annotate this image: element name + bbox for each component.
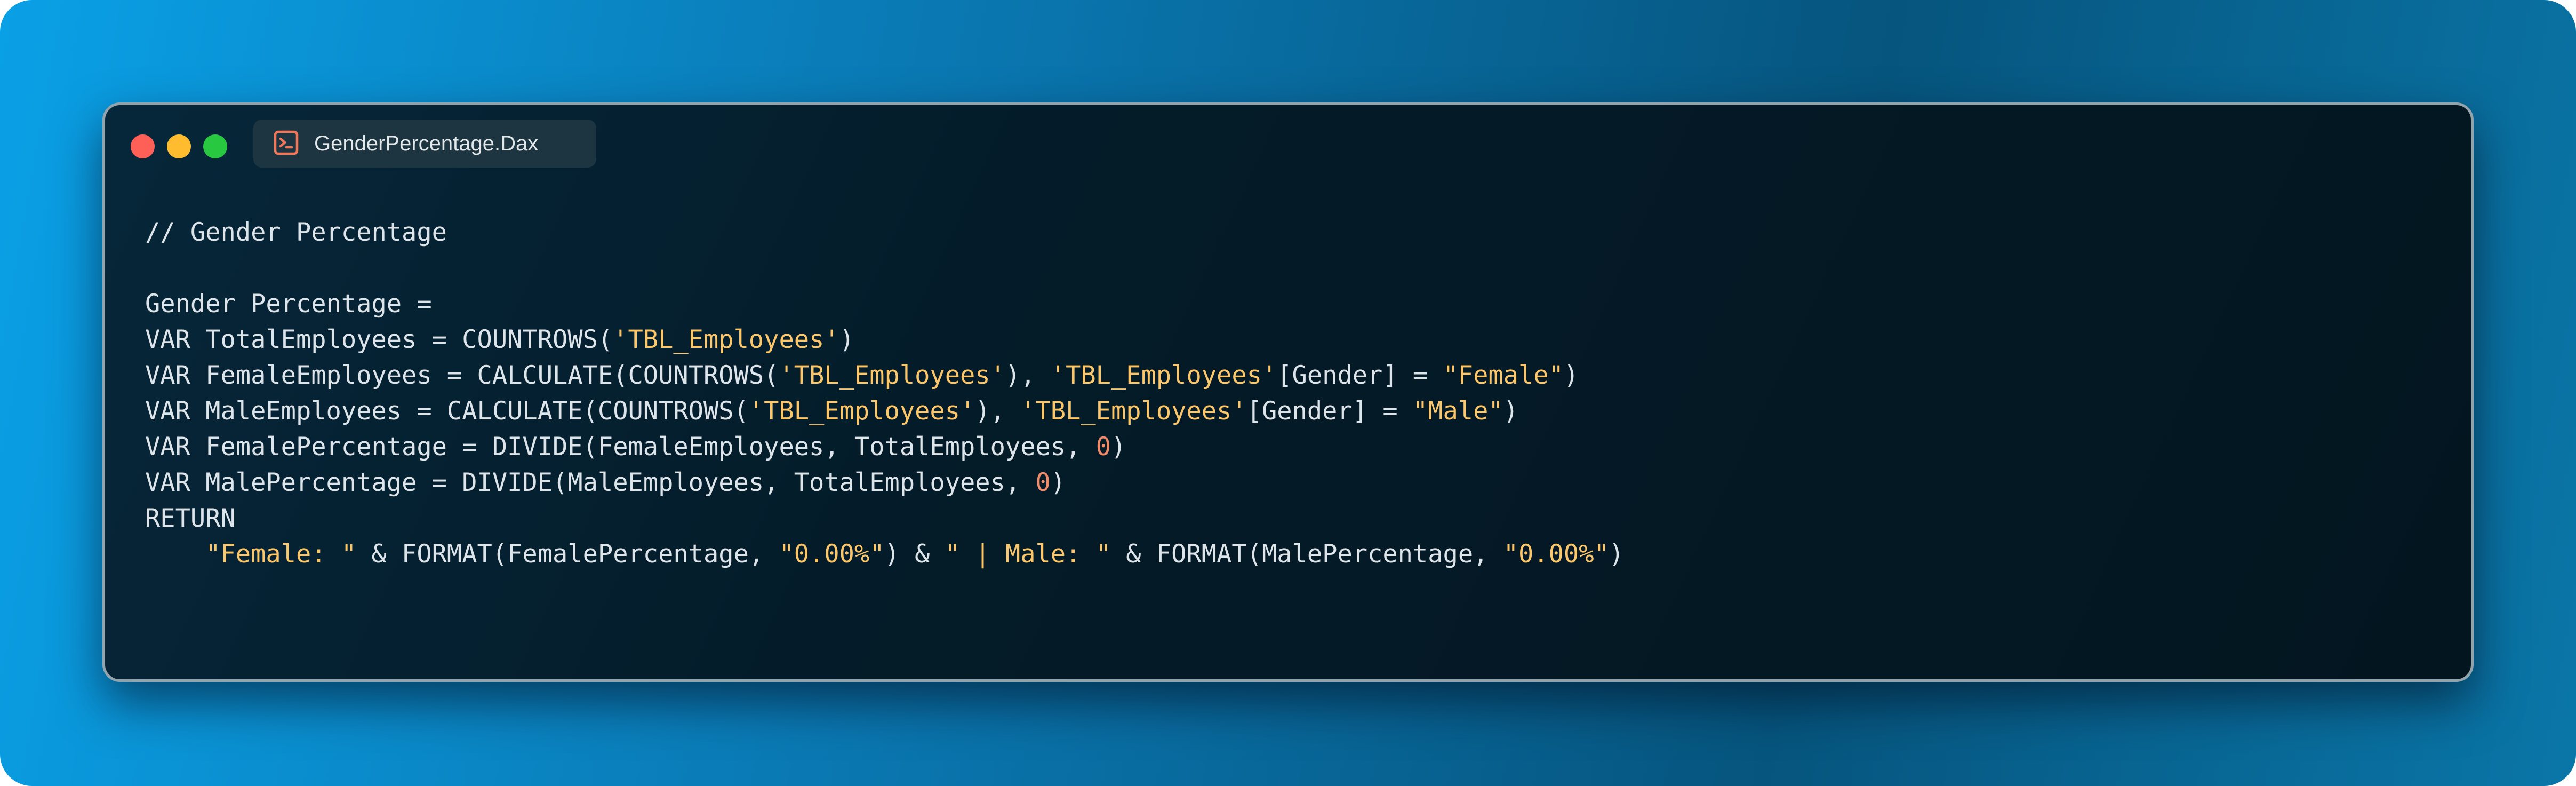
code-token: & FORMAT(MalePercentage, — [1111, 539, 1503, 569]
number-token: 0 — [1035, 468, 1051, 497]
code-window: GenderPercentage.Dax // Gender Percentag… — [102, 102, 2474, 682]
minimize-icon[interactable] — [167, 134, 191, 158]
string-token: 'TBL_Employees' — [1050, 361, 1277, 390]
file-tab[interactable]: GenderPercentage.Dax — [253, 120, 596, 168]
code-token: ) — [1563, 361, 1579, 390]
code-token: VAR TotalEmployees = COUNTROWS( — [145, 325, 613, 354]
code-line: Gender Percentage = — [145, 286, 1624, 322]
code-token: ) — [1609, 539, 1625, 569]
code-line: VAR MaleEmployees = CALCULATE(COUNTROWS(… — [145, 393, 1624, 429]
string-token: "Female" — [1443, 361, 1564, 390]
code-token: ) — [1503, 396, 1518, 426]
string-token: "0.00%" — [1503, 539, 1609, 569]
string-token: 'TBL_Employees' — [748, 396, 975, 426]
code-line: // Gender Percentage — [145, 215, 1624, 250]
string-token: 'TBL_Employees' — [613, 325, 839, 354]
code-line: RETURN — [145, 501, 1624, 536]
close-icon[interactable] — [131, 134, 155, 158]
code-token: ) — [1110, 432, 1126, 462]
code-token: [Gender] = — [1246, 396, 1413, 426]
terminal-icon — [274, 130, 299, 155]
code-line: VAR TotalEmployees = COUNTROWS('TBL_Empl… — [145, 322, 1624, 358]
code-editor[interactable]: // Gender Percentage Gender Percentage = V… — [145, 215, 1624, 572]
code-token: ), — [1005, 361, 1051, 390]
code-line: VAR MalePercentage = DIVIDE(MaleEmployee… — [145, 465, 1624, 501]
tab-title: GenderPercentage.Dax — [314, 132, 539, 155]
background: GenderPercentage.Dax // Gender Percentag… — [0, 0, 2576, 786]
string-token: "Female: " — [205, 539, 357, 569]
code-line: VAR FemaleEmployees = CALCULATE(COUNTROW… — [145, 358, 1624, 393]
code-token: VAR FemaleEmployees = CALCULATE(COUNTROW… — [145, 361, 779, 390]
code-token: ) — [839, 325, 854, 354]
code-token: VAR MalePercentage = DIVIDE(MaleEmployee… — [145, 468, 1036, 497]
code-token: Gender Percentage = — [145, 289, 432, 319]
number-token: 0 — [1095, 432, 1111, 462]
code-token: ) — [1050, 468, 1066, 497]
code-token: RETURN — [145, 504, 236, 533]
string-token: 'TBL_Employees' — [779, 361, 1005, 390]
code-line: VAR FemalePercentage = DIVIDE(FemaleEmpl… — [145, 429, 1624, 465]
code-token: // Gender Percentage — [145, 218, 447, 247]
code-token: VAR FemalePercentage = DIVIDE(FemaleEmpl… — [145, 432, 1096, 462]
string-token: " | Male: " — [945, 539, 1111, 569]
string-token: "Male" — [1412, 396, 1503, 426]
string-token: "0.00%" — [779, 539, 885, 569]
code-token: [Gender] = — [1277, 361, 1443, 390]
maximize-icon[interactable] — [203, 134, 227, 158]
code-line: "Female: " & FORMAT(FemalePercentage, "0… — [145, 536, 1624, 572]
code-token: VAR MaleEmployees = CALCULATE(COUNTROWS( — [145, 396, 749, 426]
code-token: & FORMAT(FemalePercentage, — [356, 539, 779, 569]
code-token: ), — [975, 396, 1021, 426]
code-token: ) & — [884, 539, 945, 569]
string-token: 'TBL_Employees' — [1020, 396, 1247, 426]
